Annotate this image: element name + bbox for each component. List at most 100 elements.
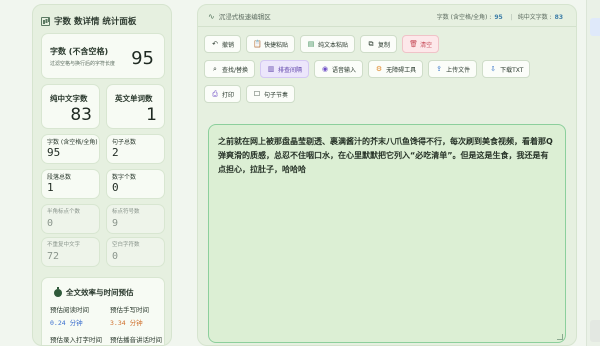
editor-content[interactable]: 之前就在网上被那盘晶莹剔透、裹满酱汁的芥末八爪鱼馋得不行，每次刷到美食视频，看着…: [218, 135, 556, 177]
download-icon: ⇩: [490, 65, 497, 73]
editor-panel: ∿ 沉浸式极速编辑区 字数 (含空格/全角) :95 | 纯中文字数 :83 ↶ 撤销…: [197, 4, 577, 346]
stat-card-halfwidth-punct: 半角标点个数 0: [41, 204, 100, 234]
stat-value: 72: [47, 251, 60, 262]
read-time-value: 0.24 分钟: [50, 319, 83, 327]
stat-label: 字数 (含空格/全角): [47, 139, 98, 146]
button-label: 清空: [420, 41, 433, 49]
english-words-card: 英文单词数 1: [106, 84, 165, 129]
text-editor[interactable]: 之前就在网上被那盘晶莹剔透、裹满酱汁的芥末八爪鱼馋得不行，每次刷到美食视频，看着…: [208, 124, 566, 343]
read-time-label: 预估阅读时间: [50, 306, 89, 314]
clipboard-icon: 📋: [253, 40, 262, 48]
button-label: 快捷粘贴: [264, 41, 289, 49]
button-label: 无障碍工具: [386, 66, 417, 74]
accessibility-icon: ⚙: [375, 65, 383, 73]
header-stat-separator: |: [510, 14, 513, 21]
button-label: 下载TXT: [500, 66, 524, 74]
header-stat-value-2: 83: [554, 14, 563, 21]
accessibility-button[interactable]: ⚙ 无障碍工具: [368, 60, 424, 78]
toolbar-row-2: ⌕ 查找/替换 ▥ 排查间隔 ◉ 语音输入 ⚙ 无障碍工具 ⇪ 上传文件 ⇩ 下载TXT: [204, 60, 572, 78]
trash-icon: 🗑: [409, 40, 418, 48]
stat-value: 0: [47, 218, 54, 229]
toolbar-row-3: ⎙ 打印 ☐ 句子节奏: [204, 85, 572, 103]
bar-chart-icon: [41, 16, 50, 26]
stat-value: 95: [47, 146, 61, 159]
checkbox-icon: ☐: [253, 90, 261, 98]
upload-icon: ⇪: [436, 65, 443, 73]
pure-chinese-card: 纯中文字数 83: [41, 84, 100, 129]
english-words-value: 1: [146, 105, 157, 125]
type-time-label: 预估录入打字时间: [50, 336, 102, 344]
stat-label: 标点符号数: [112, 209, 140, 215]
write-time-label: 预估手写时间: [110, 306, 149, 314]
edge-tab-bottom[interactable]: [590, 320, 600, 342]
button-label: 撤销: [222, 41, 235, 49]
timer-icon: [54, 286, 62, 297]
right-edge-strip: [586, 0, 600, 346]
write-time-value: 3.34 分钟: [110, 319, 143, 327]
stat-card-paragraphs: 段落总数 1: [41, 169, 100, 199]
editor-title: ∿ 沉浸式极速编辑区: [208, 11, 271, 22]
stat-label: 句子总数: [112, 139, 137, 146]
header-stat-label-2: 纯中文字数 :: [517, 14, 552, 21]
toolbar-row-1: ↶ 撤销 📋 快捷粘贴 ▤ 纯文本粘贴 ⧉ 复制 🗑 清空: [204, 35, 572, 53]
stat-value: 0: [112, 251, 119, 262]
paste-text-icon: ▤: [307, 40, 315, 48]
stat-card-unique-chinese: 不重复中文字 72: [41, 237, 100, 267]
copy-icon: ⧉: [368, 39, 374, 48]
english-words-label: 英文单词数: [115, 94, 153, 103]
efficiency-title-text: 全文效率与时间预估: [66, 288, 134, 297]
button-label: 打印: [222, 91, 235, 99]
efficiency-title: 全文效率与时间预估: [54, 286, 134, 298]
printer-icon: ⎙: [212, 89, 218, 98]
pulse-icon: ∿: [208, 11, 215, 21]
pure-chinese-value: 83: [70, 105, 92, 125]
resize-handle-icon[interactable]: [557, 334, 563, 340]
checkbox-button[interactable]: ☐ 句子节奏: [246, 85, 296, 103]
stat-value: 9: [112, 218, 119, 229]
pure-chinese-label: 纯中文字数: [50, 94, 88, 103]
editor-header: ∿ 沉浸式极速编辑区 字数 (含空格/全角) :95 | 纯中文字数 :83: [198, 5, 576, 27]
button-label: 上传文件: [446, 66, 471, 74]
search-button[interactable]: ⌕ 查找/替换: [204, 60, 256, 78]
document-check-icon: ▥: [267, 65, 275, 73]
download-button[interactable]: ⇩ 下载TXT: [482, 60, 531, 78]
microphone-icon: ◉: [321, 65, 329, 73]
stats-panel-title-text: 字数 数详情 统计面板: [54, 17, 137, 27]
stat-value: 0: [112, 181, 119, 194]
stat-card-sentences: 句子总数 2: [106, 134, 165, 164]
search-icon: ⌕: [213, 64, 217, 73]
header-stat-label-1: 字数 (含空格/全角) :: [436, 14, 492, 21]
button-label: 复制: [378, 41, 391, 49]
undo-button[interactable]: ↶ 撤销: [204, 35, 242, 53]
editor-title-text: 沉浸式极速编辑区: [218, 13, 271, 21]
button-label: 排查间隔: [278, 66, 303, 74]
chars-no-space-card: 字数 (不含空格) 过滤空格与换行后的字符长度 95: [41, 33, 165, 79]
stats-panel: 字数 数详情 统计面板 字数 (不含空格) 过滤空格与换行后的字符长度 95 纯…: [32, 4, 172, 346]
clipboard-button[interactable]: 📋 快捷粘贴: [246, 35, 296, 53]
upload-button[interactable]: ⇪ 上传文件: [428, 60, 478, 78]
efficiency-card: 全文效率与时间预估 预估阅读时间 0.24 分钟 预估手写时间 3.34 分钟 …: [41, 277, 165, 345]
stat-card-digits: 数字个数 0: [106, 169, 165, 199]
trash-button[interactable]: 🗑 清空: [402, 35, 440, 53]
stat-card-punctuation: 标点符号数 9: [106, 204, 165, 234]
copy-button[interactable]: ⧉ 复制: [360, 35, 398, 53]
document-check-button[interactable]: ▥ 排查间隔: [260, 60, 310, 78]
paste-text-button[interactable]: ▤ 纯文本粘贴: [300, 35, 356, 53]
stat-label: 半角标点个数: [47, 209, 81, 215]
button-label: 查找/替换: [222, 66, 249, 74]
stat-label: 段落总数: [47, 174, 72, 181]
stat-value: 1: [47, 181, 54, 194]
button-label: 语音输入: [332, 66, 357, 74]
stat-label: 空白字符数: [112, 242, 140, 248]
stat-label: 数字个数: [112, 174, 137, 181]
stat-value: 2: [112, 146, 119, 159]
printer-button[interactable]: ⎙ 打印: [204, 85, 242, 103]
stats-panel-title: 字数 数详情 统计面板: [41, 15, 136, 27]
edge-tab-top[interactable]: [590, 18, 600, 36]
undo-icon: ↶: [212, 40, 218, 48]
editor-toolbar: ↶ 撤销 📋 快捷粘贴 ▤ 纯文本粘贴 ⧉ 复制 🗑 清空 ⌕ 查找/替换 ▥ 排查间隔 ◉ 语音输入 ⚙ 无障…: [204, 35, 572, 110]
microphone-button[interactable]: ◉ 语音输入: [314, 60, 364, 78]
speak-time-label: 预估播音讲话时间: [110, 336, 162, 344]
chars-no-space-value: 95: [131, 48, 154, 69]
stat-card-full-chars: 字数 (含空格/全角) 95: [41, 134, 100, 164]
